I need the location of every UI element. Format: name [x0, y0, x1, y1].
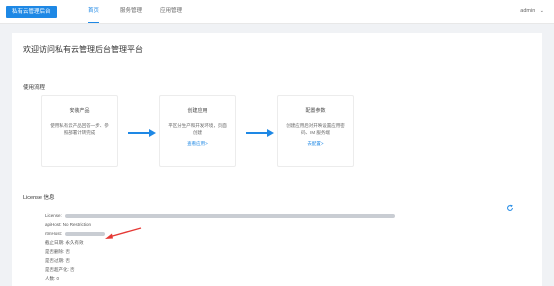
license-row-count: 人数: 0: [45, 276, 60, 281]
step-desc: 使用私有云产品回答一步、参照部署计转完成: [50, 123, 109, 135]
process-heading: 使用流程: [23, 85, 46, 91]
redacted-value: [64, 213, 395, 218]
user-name: admin: [520, 8, 536, 14]
brand-button[interactable]: 私有云管理后台: [6, 6, 57, 18]
page-title: 欢迎访问私有云管理后台管理平台: [23, 45, 143, 54]
license-row-rtmhost: rtmHost:: [45, 231, 106, 236]
arrow-right-icon: [246, 129, 274, 137]
license-row-deleted: 是否删除: 否: [45, 249, 71, 254]
step-configure: 配置参数 创建应用后对开映设置应用密码、IM 服务端 去配置>: [277, 95, 354, 167]
user-menu[interactable]: admin ⌄: [520, 0, 544, 23]
step-title: 配置参数: [305, 108, 326, 114]
license-row-license: License:: [45, 213, 395, 218]
step-desc: 平区分生产和开发环境，页面创建: [168, 123, 227, 135]
redacted-value: [65, 231, 106, 236]
license-row-apihost: apiHost: No Restriction: [45, 222, 92, 227]
step-title: 创建应用: [187, 108, 208, 114]
step-desc: 创建应用后对开映设置应用密码、IM 服务端: [286, 123, 345, 135]
license-heading: License 信息: [23, 195, 55, 201]
step-create-app: 创建应用 平区分生产和开发环境，页面创建 查看应用>: [159, 95, 236, 167]
license-row-expiry: 截止日期: 永久有效: [45, 240, 84, 245]
nav-service-management[interactable]: 服务管理: [120, 0, 142, 23]
license-row-productized: 是否超产化: 否: [45, 267, 75, 272]
configure-link[interactable]: 去配置>: [278, 141, 353, 147]
license-row-expired: 是否过期: 否: [45, 258, 71, 263]
step-title: 安装产品: [69, 108, 90, 114]
view-apps-link[interactable]: 查看应用>: [160, 141, 235, 147]
annotation-arrow-icon: [105, 227, 142, 239]
nav-home[interactable]: 首页: [88, 0, 100, 23]
nav-app-management[interactable]: 应用管理: [160, 0, 182, 23]
step-install: 安装产品 使用私有云产品回答一步、参照部署计转完成: [41, 95, 118, 167]
license-info: License: apiHost: No Restriction rtmHost…: [40, 208, 526, 286]
top-bar: 私有云管理后台 首页 服务管理 应用管理 admin ⌄: [0, 0, 554, 24]
arrow-right-icon: [128, 129, 156, 137]
chevron-down-icon: ⌄: [539, 8, 544, 14]
